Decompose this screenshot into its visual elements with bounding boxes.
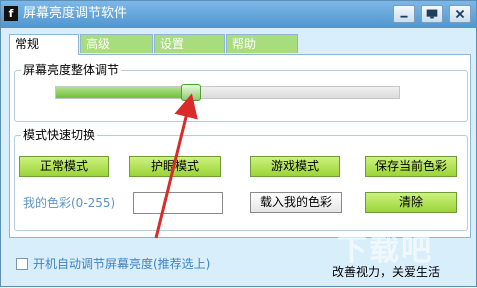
app-window: f 屏幕亮度调节软件 常规 高级 设置 帮助 屏幕亮度整体调节 模式快速切换 正… (0, 0, 477, 287)
tab-general[interactable]: 常规 (9, 34, 79, 55)
